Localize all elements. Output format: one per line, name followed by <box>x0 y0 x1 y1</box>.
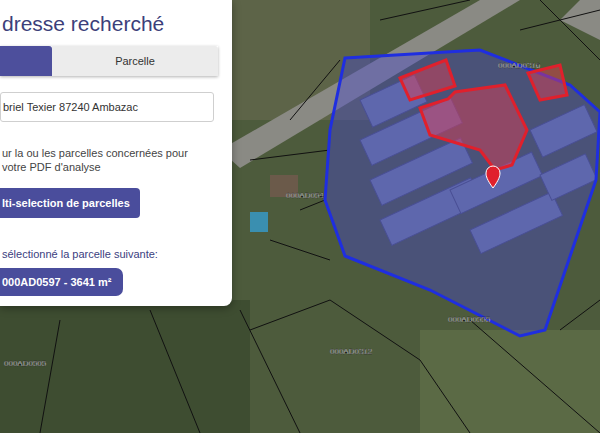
cadastre-line <box>150 310 200 433</box>
cadastre-line <box>300 200 325 210</box>
tab[interactable]: Parcelle <box>52 46 218 76</box>
cadastre-line <box>470 320 600 433</box>
cadastre-line <box>250 300 470 433</box>
selected-parcel-badge[interactable]: 000AD0597 - 3641 m² <box>0 268 123 296</box>
map-app: 000AD0316 000AD054 000AD0555 000AD0312 000AD… <box>0 0 600 433</box>
parcel[interactable] <box>420 85 527 170</box>
parcel-label: 000AD054 <box>286 191 324 200</box>
parcel-label: 000AD0505 <box>4 359 47 368</box>
cadastre-line <box>380 0 470 20</box>
parcel-label: 000AD0312 <box>330 347 373 356</box>
cadastre-line <box>40 320 60 433</box>
cadastre-line <box>270 240 330 260</box>
parcel[interactable] <box>400 60 455 100</box>
parcel[interactable] <box>325 50 600 336</box>
cadastre-line <box>540 0 600 60</box>
instruction-text: ur la ou les parcelles concernées pourvo… <box>2 146 232 174</box>
cadastre-line <box>250 150 330 160</box>
search-panel: dresse recherché Parcelle briel Texier 872… <box>0 0 232 306</box>
parcel[interactable] <box>528 65 567 100</box>
tab[interactable] <box>0 46 52 76</box>
multi-select-button[interactable]: lti-selection de parcelles <box>0 188 140 218</box>
parcel-label: 000AD0316 <box>498 61 541 70</box>
panel-title: dresse recherché <box>2 12 232 36</box>
tab-bar: Parcelle <box>0 46 218 76</box>
selected-label: sélectionné la parcelle suivante: <box>2 248 232 260</box>
cadastre-line <box>240 310 300 433</box>
parcel-label: 000AD0555 <box>448 315 491 324</box>
address-field[interactable]: briel Texier 87240 Ambazac <box>0 92 214 122</box>
location-pin-icon <box>486 166 500 188</box>
cadastre-line <box>560 300 600 330</box>
